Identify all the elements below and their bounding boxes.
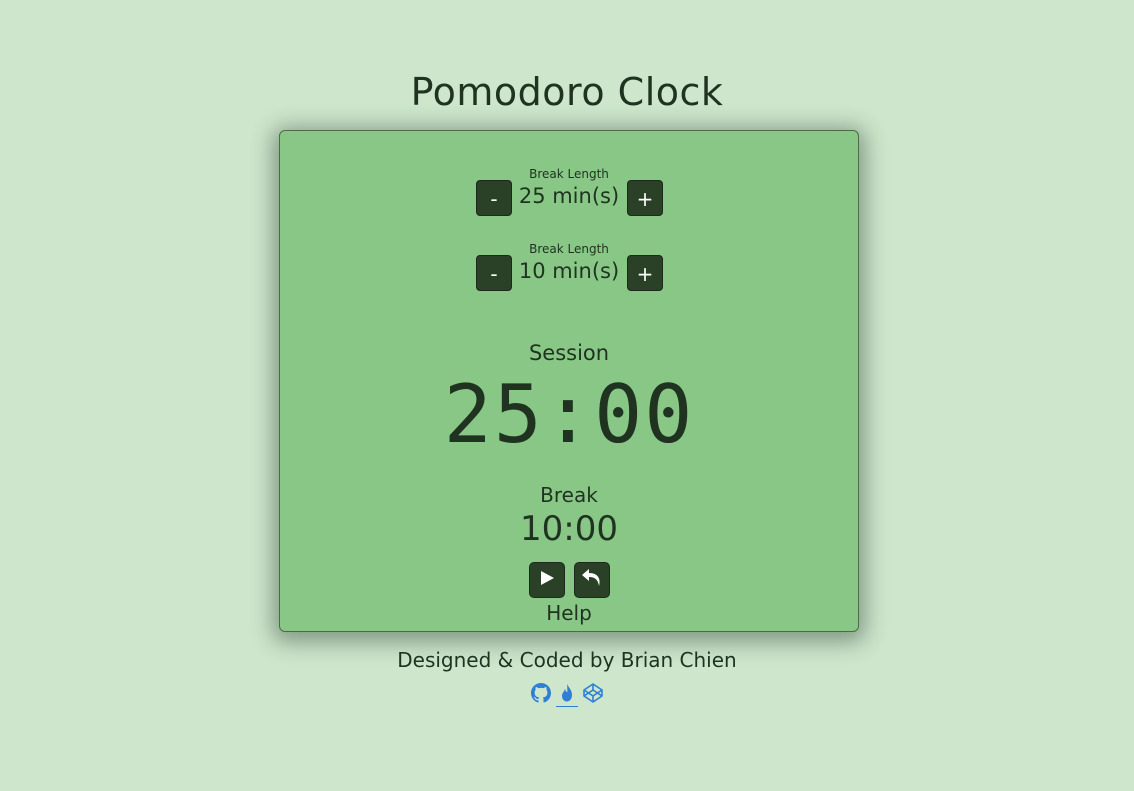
codepen-icon[interactable] <box>582 680 604 706</box>
github-icon[interactable] <box>530 680 552 706</box>
break-length-control: Break Length - 10 min(s) + <box>280 242 858 291</box>
undo-icon <box>580 567 604 593</box>
help-link[interactable]: Help <box>280 601 858 625</box>
footer-credit: Designed & Coded by Brian Chien <box>397 648 737 672</box>
session-increment-button[interactable]: + <box>627 180 663 216</box>
session-length-value: 25 min(s) <box>518 184 620 208</box>
play-button[interactable] <box>529 562 565 598</box>
break-length-label: Break Length <box>529 242 609 256</box>
session-timer-display: 25:00 <box>443 368 695 461</box>
break-label: Break <box>540 483 598 507</box>
break-increment-button[interactable]: + <box>627 255 663 291</box>
social-links <box>0 680 1134 708</box>
break-timer-display: 10:00 <box>520 509 618 549</box>
page-title: Pomodoro Clock <box>410 70 724 114</box>
play-icon <box>537 568 557 592</box>
clock-card: Break Length - 25 min(s) + Break Length … <box>279 130 859 632</box>
reset-button[interactable] <box>574 562 610 598</box>
session-length-control: Break Length - 25 min(s) + <box>280 167 858 216</box>
break-length-value: 10 min(s) <box>518 259 620 283</box>
freecodecamp-icon[interactable] <box>556 680 578 707</box>
session-label: Session <box>528 341 610 365</box>
session-length-label: Break Length <box>529 167 609 181</box>
